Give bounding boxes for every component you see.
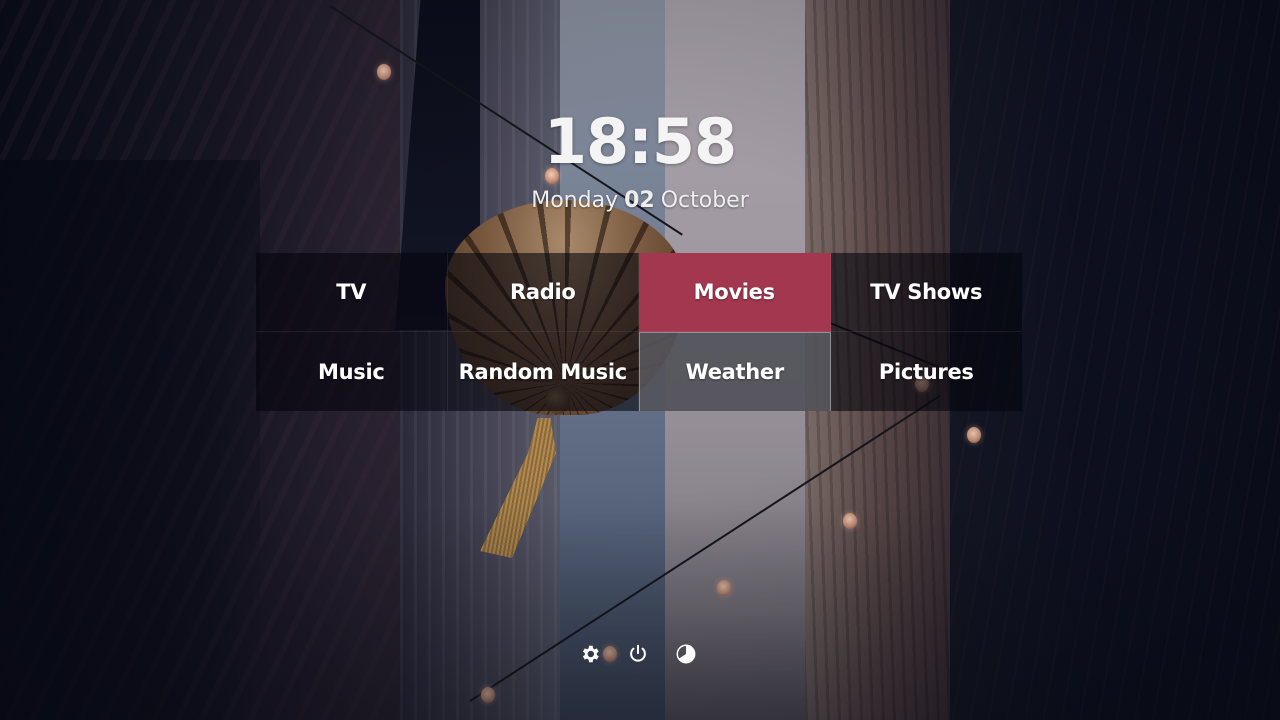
gear-icon [579,643,601,665]
menu-item-radio[interactable]: Radio [447,253,639,332]
home-screen: 18:58 Monday 02 October TV Radio Movies TV… [0,0,1280,720]
menu-item-weather[interactable]: Weather [639,332,831,411]
menu-item-label: Weather [685,360,785,384]
bottom-icon-bar [578,642,698,666]
menu-item-label: Random Music [458,359,628,384]
menu-item-label: TV Shows [870,280,983,304]
menu-item-random-music[interactable]: Random Music [447,332,639,411]
menu-item-tv-shows[interactable]: TV Shows [830,253,1022,332]
date-day: 02 [624,188,655,213]
menu-item-pictures[interactable]: Pictures [830,332,1022,411]
menu-item-label: Radio [510,280,576,304]
menu-item-music[interactable]: Music [256,332,448,411]
menu-item-label: TV [336,280,367,304]
menu-item-label: Movies [693,280,775,304]
settings-button[interactable] [578,642,602,666]
clock-time: 18:58 [543,105,737,178]
date-month: October [660,188,749,213]
menu-item-movies[interactable]: Movies [639,253,831,332]
menu-item-label: Pictures [878,359,974,384]
clock-date: Monday 02 October [0,186,1280,216]
theme-button[interactable] [674,642,698,666]
menu-item-label: Music [318,359,385,384]
date-weekday: Monday [531,188,619,213]
contrast-icon [675,643,697,665]
power-button[interactable] [626,642,650,666]
power-icon [627,643,649,665]
menu-item-tv[interactable]: TV [256,253,448,332]
main-menu-grid: TV Radio Movies TV Shows Music Random Mu… [256,253,1022,411]
